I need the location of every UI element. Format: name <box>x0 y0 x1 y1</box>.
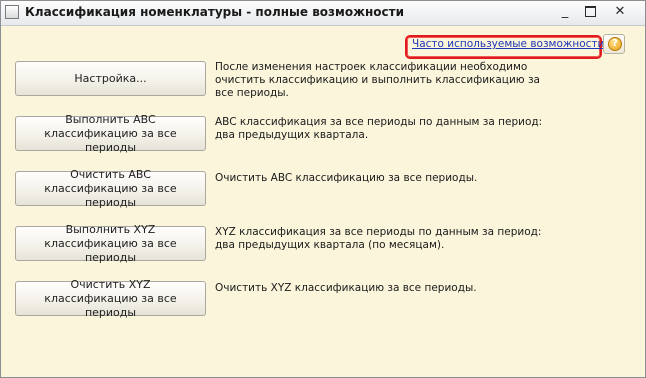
minimize-button[interactable]: _ <box>555 3 575 21</box>
maximize-button[interactable] <box>580 3 600 21</box>
settings-button[interactable]: Настройка... <box>15 61 206 96</box>
clear-abc-description: Очистить ABC классификацию за все период… <box>215 172 478 184</box>
run-abc-description: ABC классификация за все периоды по данн… <box>215 116 543 141</box>
window-title: Классификация номенклатуры - полные возм… <box>25 5 405 19</box>
window-icon[interactable] <box>5 5 19 19</box>
run-xyz-description: XYZ классификация за все периоды по данн… <box>215 226 542 251</box>
frequent-features-link[interactable]: Часто используемые возможности <box>412 38 604 50</box>
clear-xyz-button[interactable]: Очистить XYZ классификацию за все период… <box>15 278 206 319</box>
run-xyz-button[interactable]: Выполнить XYZ классификацию за все перио… <box>15 223 206 264</box>
run-abc-button[interactable]: Выполнить ABC классификацию за все перио… <box>15 113 206 154</box>
settings-description: После изменения настроек классификации н… <box>215 61 540 99</box>
close-button[interactable]: ✕ <box>604 3 636 21</box>
classification-window: Классификация номенклатуры - полные возм… <box>0 0 646 378</box>
clear-abc-button[interactable]: Очистить ABC классификацию за все период… <box>15 168 206 209</box>
title-bar[interactable]: Классификация номенклатуры - полные возм… <box>1 1 645 26</box>
clear-xyz-description: Очистить XYZ классификацию за все период… <box>215 282 477 294</box>
help-icon: ? <box>608 37 622 51</box>
help-button[interactable]: ? <box>603 34 625 54</box>
maximize-icon <box>584 6 596 17</box>
